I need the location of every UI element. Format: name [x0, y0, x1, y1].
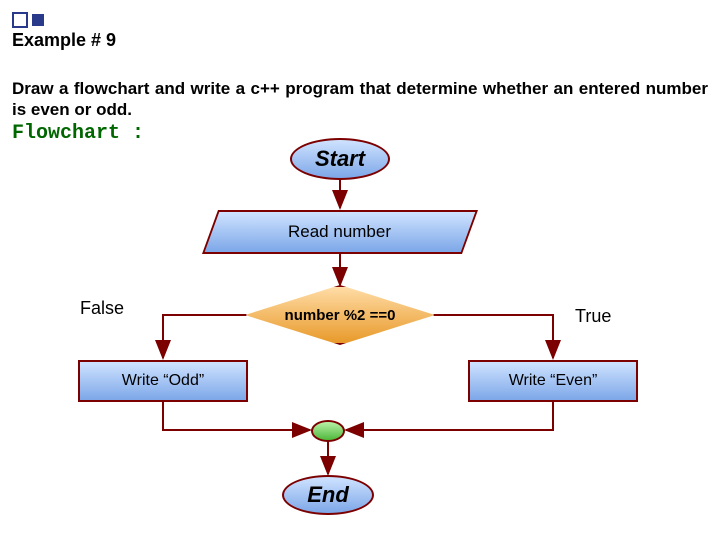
bullet-inner-square [32, 14, 44, 26]
false-label: False [80, 298, 124, 319]
end-node: End [282, 475, 374, 515]
decision-label: number %2 ==0 [285, 307, 396, 324]
start-node: Start [290, 138, 390, 180]
decision-node: number %2 ==0 [245, 285, 435, 345]
decision-diamond: number %2 ==0 [245, 285, 435, 345]
start-label: Start [315, 146, 365, 172]
write-even-node: Write “Even” [468, 360, 638, 402]
read-input-label: Read number [288, 222, 391, 242]
write-even-label: Write “Even” [509, 372, 598, 390]
flowchart-diagram: Start Read number False number %2 ==0 Tr… [0, 130, 720, 540]
slide-bullet-decoration [12, 12, 44, 28]
true-label: True [575, 306, 611, 327]
slide-title: Example # 9 [12, 30, 116, 51]
bullet-outer-square [12, 12, 28, 28]
merge-connector [311, 420, 345, 442]
write-odd-label: Write “Odd” [122, 372, 204, 390]
end-label: End [307, 482, 349, 508]
write-odd-node: Write “Odd” [78, 360, 248, 402]
problem-description: Draw a flowchart and write a c++ program… [12, 78, 708, 121]
read-input-node: Read number [202, 210, 478, 254]
